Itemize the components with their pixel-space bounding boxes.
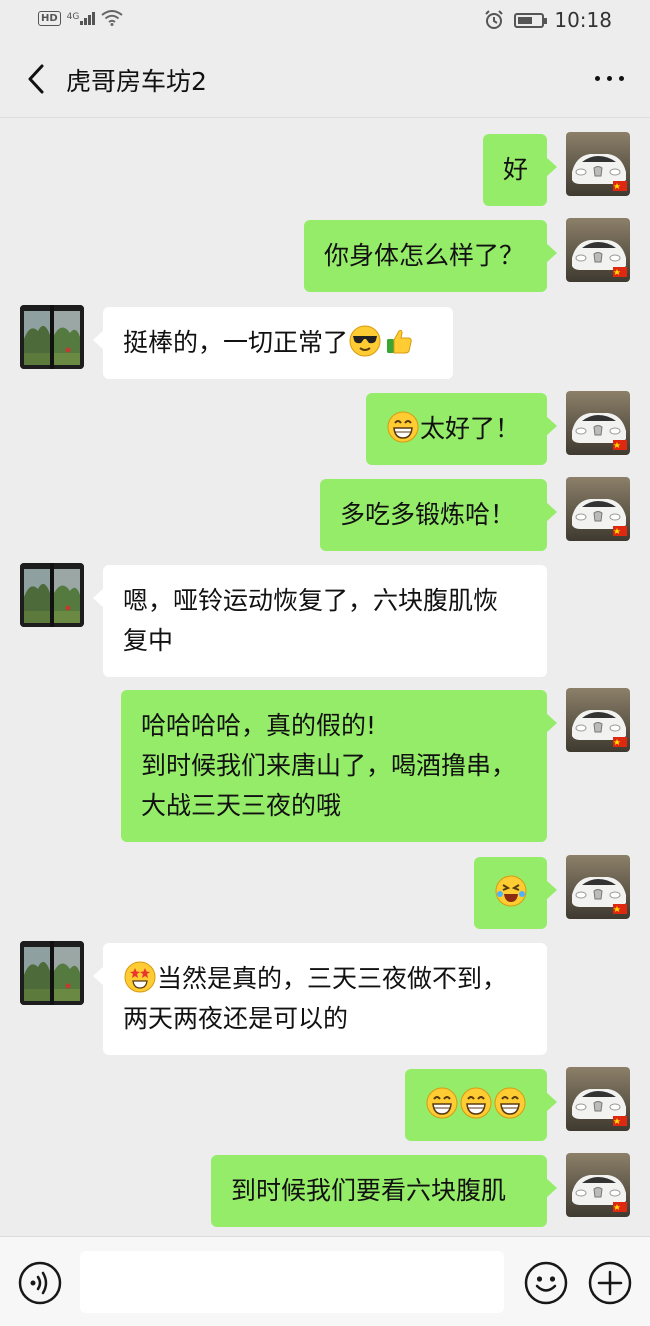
back-arrow-icon[interactable] bbox=[22, 62, 52, 96]
message-line: 好 bbox=[503, 150, 529, 190]
voice-input-icon[interactable] bbox=[18, 1261, 62, 1305]
message-text: 当然是真的，三天三夜做不到， bbox=[157, 964, 508, 993]
emoji-picker-icon[interactable] bbox=[524, 1261, 568, 1305]
message-text: 挺棒的，一切正常了 bbox=[123, 328, 349, 357]
message-line: 嗯，哑铃运动恢复了，六块腹肌恢 bbox=[123, 581, 527, 621]
my-avatar[interactable] bbox=[566, 477, 630, 541]
thumbs-up-emoji-icon bbox=[387, 329, 412, 354]
sent-message-bubble[interactable]: 太好了！ bbox=[366, 393, 557, 465]
message-line: 当然是真的，三天三夜做不到， bbox=[123, 959, 527, 999]
message-text: 复中 bbox=[123, 626, 174, 655]
my-avatar[interactable] bbox=[566, 855, 630, 919]
grin-emoji-icon bbox=[494, 1087, 526, 1119]
message-line: 复中 bbox=[123, 621, 527, 661]
message-line bbox=[425, 1085, 527, 1125]
sent-message-bubble[interactable] bbox=[474, 857, 557, 929]
message-text: 大战三天三夜的哦 bbox=[141, 791, 342, 820]
message-line: 到时候我们要看六块腹肌 bbox=[231, 1171, 527, 1211]
message-text: 你身体怎么样了？ bbox=[324, 241, 525, 270]
grin-emoji-icon bbox=[460, 1087, 492, 1119]
message-line: 太好了！ bbox=[386, 409, 527, 449]
my-avatar[interactable] bbox=[566, 1153, 630, 1217]
message-text: 哈哈哈哈，真的假的! bbox=[141, 711, 377, 740]
message-line bbox=[494, 873, 527, 913]
received-message-bubble[interactable]: 当然是真的，三天三夜做不到， 两天两夜还是可以的 bbox=[93, 943, 547, 1055]
contact-avatar[interactable] bbox=[20, 563, 84, 627]
sent-message-bubble[interactable]: 多吃多锻炼哈！ bbox=[320, 479, 557, 551]
message-text: 到时候我们来唐山了，喝酒撸串， bbox=[141, 751, 517, 780]
rofl-emoji-icon bbox=[495, 875, 527, 907]
grin-emoji-icon bbox=[426, 1087, 458, 1119]
status-left: HD 4G bbox=[38, 10, 123, 26]
message-text: 好 bbox=[503, 155, 529, 184]
hd-badge: HD bbox=[38, 10, 61, 26]
my-avatar[interactable] bbox=[566, 218, 630, 282]
contact-avatar[interactable] bbox=[20, 941, 84, 1005]
message-line: 两天两夜还是可以的 bbox=[123, 999, 527, 1039]
contact-avatar[interactable] bbox=[20, 305, 84, 369]
chat-title: 虎哥房车坊2 bbox=[66, 67, 207, 96]
my-avatar[interactable] bbox=[566, 132, 630, 196]
status-time: 10:18 bbox=[554, 8, 612, 32]
my-avatar[interactable] bbox=[566, 391, 630, 455]
add-more-icon[interactable] bbox=[588, 1261, 632, 1305]
message-line: 哈哈哈哈，真的假的! bbox=[141, 706, 527, 746]
status-right: 10:18 bbox=[484, 8, 612, 32]
sent-message-bubble[interactable]: 好 bbox=[483, 134, 557, 206]
message-text: 太好了！ bbox=[420, 414, 521, 443]
message-line: 挺棒的，一切正常了 bbox=[123, 323, 433, 363]
my-avatar[interactable] bbox=[566, 688, 630, 752]
message-line: 大战三天三夜的哦 bbox=[141, 786, 527, 826]
message-line: 多吃多锻炼哈！ bbox=[340, 495, 527, 535]
sent-message-bubble[interactable]: 哈哈哈哈，真的假的! 到时候我们来唐山了，喝酒撸串， 大战三天三夜的哦 bbox=[121, 690, 557, 842]
message-text: 到时候我们要看六块腹肌 bbox=[231, 1176, 507, 1205]
message-line: 到时候我们来唐山了，喝酒撸串， bbox=[141, 746, 527, 786]
cool-sunglasses-emoji-icon bbox=[349, 325, 381, 357]
sent-message-bubble[interactable] bbox=[405, 1069, 557, 1141]
received-message-bubble[interactable]: 挺棒的，一切正常了 bbox=[93, 307, 453, 379]
alarm-icon bbox=[485, 10, 504, 29]
grin-emoji-icon bbox=[387, 411, 419, 443]
received-message-bubble[interactable]: 嗯，哑铃运动恢复了，六块腹肌恢 复中 bbox=[93, 565, 547, 677]
status-bar: HD 4G 10:18 bbox=[0, 0, 650, 40]
sent-message-bubble[interactable]: 到时候我们要看六块腹肌 bbox=[211, 1155, 557, 1227]
my-avatar[interactable] bbox=[566, 1067, 630, 1131]
message-text: 多吃多锻炼哈！ bbox=[340, 500, 516, 529]
input-bar bbox=[0, 1236, 650, 1326]
chat-header: 虎哥房车坊2 bbox=[0, 40, 650, 118]
message-line: 你身体怎么样了？ bbox=[324, 236, 527, 276]
network-type: 4G bbox=[66, 11, 80, 22]
more-options-icon[interactable] bbox=[595, 76, 624, 81]
wifi-icon bbox=[101, 10, 123, 26]
sent-message-bubble[interactable]: 你身体怎么样了？ bbox=[304, 220, 557, 292]
message-input[interactable] bbox=[80, 1251, 504, 1313]
battery-icon bbox=[514, 12, 548, 28]
message-text: 嗯，哑铃运动恢复了，六块腹肌恢 bbox=[123, 586, 499, 615]
signal-icon: 4G bbox=[66, 11, 96, 25]
message-text: 两天两夜还是可以的 bbox=[123, 1004, 349, 1033]
star-struck-emoji-icon bbox=[124, 961, 156, 993]
